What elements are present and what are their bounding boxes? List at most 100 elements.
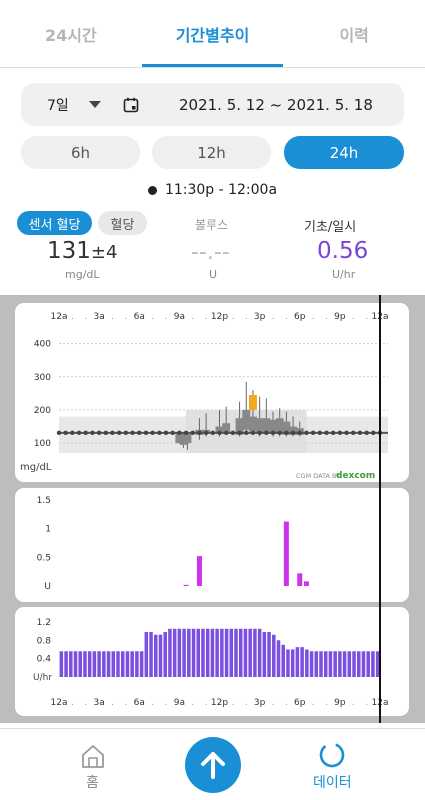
time-tick-dot: . (165, 698, 168, 708)
median-point (284, 430, 289, 436)
basal-bar (149, 631, 153, 677)
meter-glucose-toggle[interactable]: 혈당 (98, 211, 147, 235)
time-tick-dot: . (124, 698, 127, 708)
segment-24h[interactable]: 24h (284, 136, 404, 169)
bolus-bar (183, 584, 189, 586)
tab-24h[interactable]: 24시간 (0, 0, 142, 67)
median-point (110, 430, 115, 436)
time-tick-dot: . (111, 312, 114, 322)
data-icon[interactable] (318, 741, 346, 769)
time-tick-dot: . (205, 698, 208, 708)
median-point (217, 430, 222, 436)
basal-bar (220, 628, 224, 677)
basal-bar (361, 651, 366, 677)
bolus-bar (303, 581, 309, 586)
time-tick-dot: . (312, 312, 315, 322)
segment-6h[interactable]: 6h (21, 136, 140, 169)
median-point (177, 430, 182, 436)
time-tick-label: 3a (94, 698, 105, 708)
calendar-icon[interactable] (123, 97, 139, 113)
basal-bar (69, 651, 73, 677)
box (183, 433, 192, 444)
basal-bar (319, 651, 323, 677)
basal-bar (210, 628, 215, 677)
basal-y-tick: 0.8 (37, 636, 52, 646)
basal-bar (267, 631, 271, 677)
basal-bar (281, 644, 285, 677)
bottom-nav: 홈 데이터 (0, 728, 425, 800)
median-point (297, 430, 302, 436)
median-point (163, 430, 169, 436)
basal-bar (78, 651, 83, 677)
chevron-down-icon[interactable] (89, 101, 101, 108)
data-label[interactable]: 데이터 (313, 772, 352, 792)
basal-bar (352, 651, 356, 677)
basal-bar (338, 651, 342, 677)
median-point (351, 430, 356, 436)
time-tick-dot: . (84, 312, 87, 322)
basal-bar (92, 651, 97, 677)
median-point (170, 430, 175, 436)
basal-bar (305, 649, 309, 677)
time-tick-dot: . (285, 698, 288, 708)
sensor-glucose-toggle[interactable]: 센서 혈당 (17, 211, 92, 235)
basal-bar (177, 628, 182, 677)
upload-button[interactable] (185, 737, 241, 793)
basal-bar (333, 651, 337, 677)
basal-chart-card: 1.2 0.8 0.4 U/hr 12a.. 3a.. 6a.. 9a.. 12p.. 3p.… (15, 607, 409, 716)
basal-y-tick: 0.4 (37, 655, 52, 665)
time-tick-label: 6a (134, 312, 145, 322)
time-cursor[interactable] (379, 295, 381, 723)
time-tick-dot: . (352, 698, 355, 708)
median-point (183, 430, 189, 436)
home-label[interactable]: 홈 (86, 772, 99, 792)
bolus-label: 볼루스 (195, 218, 229, 232)
time-tick-label: 3p (254, 698, 266, 708)
basal-bar (253, 628, 257, 677)
tab-history[interactable]: 이력 (283, 0, 425, 67)
basal-bar (83, 651, 87, 677)
date-range-text[interactable]: 2021. 5. 12 ~ 2021. 5. 18 (179, 96, 373, 114)
basal-bar (172, 628, 177, 677)
basal-bar (144, 631, 149, 677)
home-icon[interactable] (80, 743, 106, 769)
basal-bar (120, 651, 125, 677)
basal-bar (323, 651, 328, 677)
bolus-unit: U (209, 268, 218, 281)
bolus-chart: 1.5 1 0.5 U (37, 496, 309, 592)
dexcom-logo: dexcom (336, 471, 375, 481)
time-tick-dot: . (231, 312, 234, 322)
chart-area[interactable]: 12a..3a..6a..9a..12p..3p..6p..9p..12a 10… (0, 295, 425, 723)
basal-bar (154, 634, 158, 677)
median-point (317, 430, 323, 436)
median-point (324, 430, 329, 436)
basal-bar (272, 634, 276, 677)
period-select[interactable]: 7일 (47, 95, 77, 115)
basal-bar (342, 651, 347, 677)
selected-time-text: 11:30p - 12:00a (164, 182, 278, 198)
median-point (364, 430, 369, 436)
time-tick-dot: . (165, 312, 168, 322)
tab-period-trend[interactable]: 기간별추이 (141, 0, 284, 67)
basal-bar (262, 631, 267, 677)
basal-y-tick: 1.2 (37, 618, 51, 628)
median-point (76, 430, 82, 436)
time-tick-dot: . (325, 698, 328, 708)
time-tick-dot: . (352, 312, 355, 322)
arrow-up-icon (201, 752, 225, 779)
basal-bar (111, 651, 116, 677)
time-tick-dot: . (84, 698, 87, 708)
bolus-value: --.-- (191, 240, 230, 265)
time-tick-label: 12a (51, 312, 68, 322)
median-point (290, 430, 296, 436)
median-point (157, 430, 162, 436)
median-point (237, 430, 242, 436)
median-point (103, 430, 109, 436)
median-point (143, 430, 149, 436)
basal-bar (201, 628, 205, 677)
median-point (190, 430, 195, 436)
time-tick-dot: . (151, 312, 154, 322)
segment-12h[interactable]: 12h (152, 136, 271, 169)
median-point (357, 430, 363, 436)
glucose-y-label: mg/dL (20, 462, 52, 473)
